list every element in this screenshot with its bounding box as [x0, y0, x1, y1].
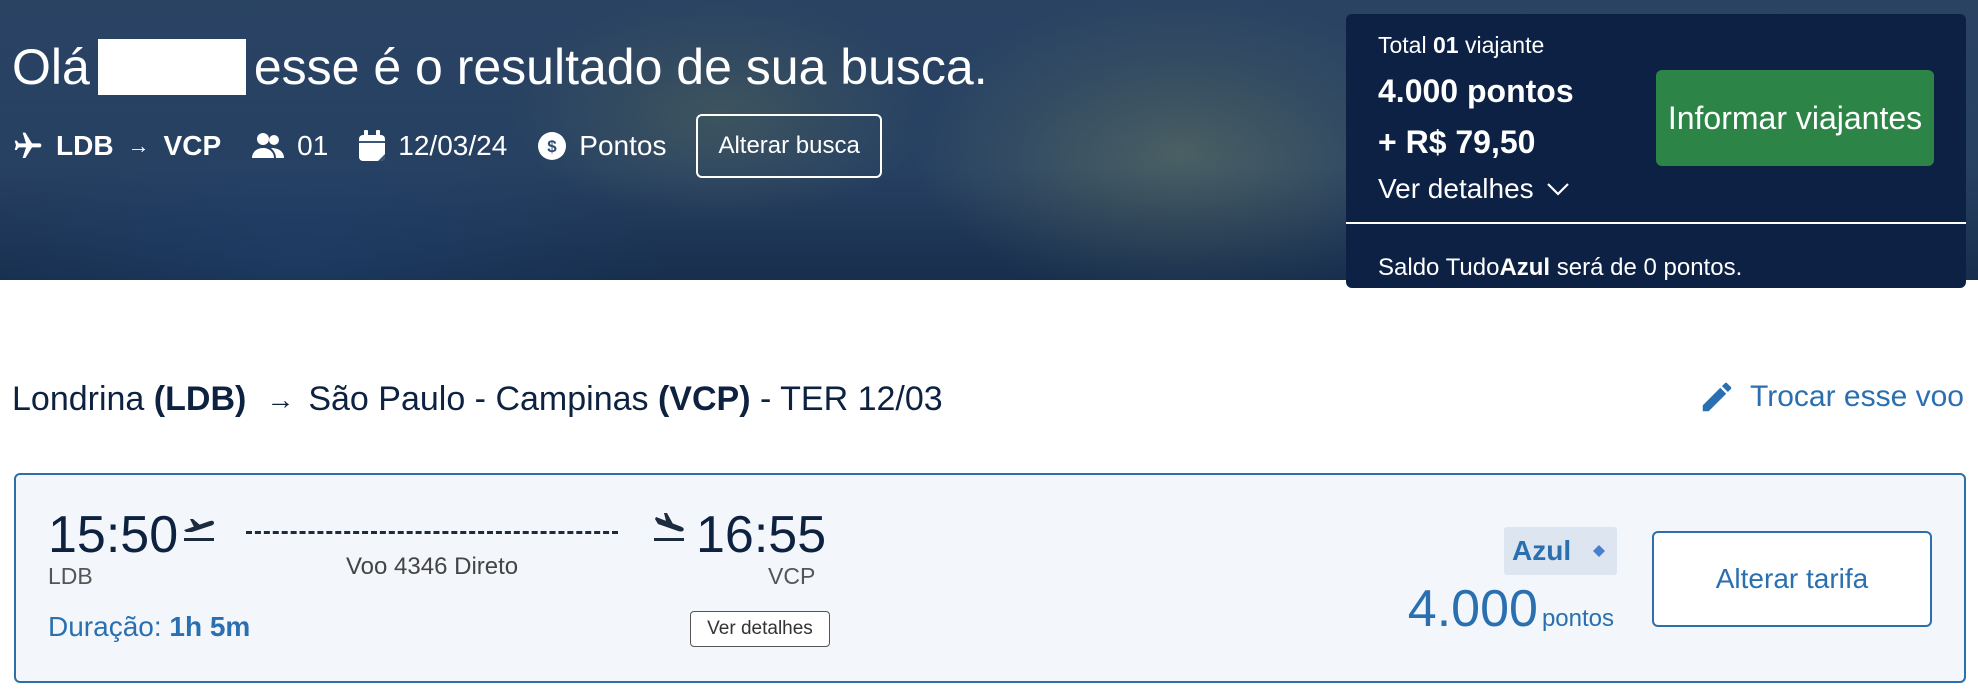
fare-family-badge: Azul — [1504, 527, 1618, 575]
flight-option-card[interactable]: 15:50 LDB Voo 4346 Direto 16:55 VCP Dura… — [14, 473, 1966, 683]
fare-name: Azul — [1512, 535, 1572, 566]
fare-points-value: 4.000 — [1407, 580, 1538, 638]
arrow-right-icon: → — [127, 133, 150, 158]
change-search-button[interactable]: Alterar busca — [696, 114, 882, 178]
payment-chip: $ Pontos — [537, 130, 666, 162]
flight-number: Voo 4346 Direto — [346, 553, 519, 580]
change-flight-label: Trocar esse voo — [1750, 380, 1964, 413]
change-fare-button[interactable]: Alterar tarifa — [1652, 531, 1932, 627]
route-destination-code: (VCP) — [657, 380, 751, 418]
fare-points-unit: pontos — [1541, 605, 1614, 632]
fare-price: 4.000 pontos — [1408, 579, 1614, 639]
travelers-count: 01 — [1432, 32, 1459, 58]
summary-divider — [1346, 222, 1966, 224]
money-total: + R$ 79,50 — [1378, 124, 1536, 160]
flight-duration: Duração: 1h 5m — [48, 611, 250, 643]
route-title: Londrina (LDB) → São Paulo - Campinas (V… — [12, 380, 943, 419]
arrival-time: 16:55 — [696, 506, 827, 564]
booking-summary-card: Total 01 viajante 4.000 pontos + R$ 79,5… — [1346, 14, 1966, 288]
search-destination: VCP — [163, 130, 222, 161]
coin-icon: $ — [538, 132, 567, 160]
total-label: Total — [1378, 32, 1427, 58]
landing-icon — [654, 513, 684, 541]
greeting-suffix: esse é o resultado de sua busca. — [253, 39, 988, 95]
route-origin-code: (LDB) — [153, 380, 247, 418]
points-balance-note: Saldo TudoAzul será de 0 pontos. — [1378, 254, 1742, 282]
svg-text:$: $ — [548, 137, 558, 156]
takeoff-icon — [184, 519, 214, 541]
arrival-code: VCP — [768, 563, 816, 589]
departure-code: LDB — [48, 563, 93, 589]
balance-brand: Azul — [1499, 254, 1551, 281]
duration-label: Duração: — [48, 611, 162, 642]
balance-prefix: Saldo Tudo — [1378, 254, 1500, 281]
summary-details-link[interactable]: Ver detalhes — [1378, 173, 1574, 205]
calendar-icon — [359, 130, 386, 161]
chevron-down-icon — [1546, 183, 1569, 196]
diamond-icon — [1593, 545, 1606, 557]
departure-time: 15:50 — [48, 506, 179, 564]
search-origin: LDB — [56, 130, 114, 161]
airplane-icon — [14, 132, 42, 158]
travelers-label: viajante — [1464, 32, 1545, 58]
people-icon — [252, 133, 285, 158]
search-summary: LDB → VCP 01 12/03/24 $ Pontos Alterar b… — [12, 114, 882, 178]
change-flight-link[interactable]: Trocar esse voo — [1698, 378, 1964, 416]
search-payment: Pontos — [579, 130, 667, 161]
flight-path-line — [246, 531, 618, 534]
route-date: - TER 12/03 — [759, 380, 943, 418]
greeting-prefix: Olá — [12, 39, 90, 95]
date-chip: 12/03/24 — [358, 130, 507, 162]
summary-details-label: Ver detalhes — [1378, 173, 1534, 204]
pencil-icon — [1702, 382, 1732, 412]
route-chip: LDB → VCP — [12, 130, 221, 162]
search-date: 12/03/24 — [398, 130, 508, 161]
user-name-redacted — [97, 39, 246, 95]
travelers-total: Total 01 viajante — [1378, 32, 1574, 59]
points-total: 4.000 pontos — [1378, 73, 1574, 109]
search-passengers: 01 — [297, 130, 329, 161]
route-origin-city: Londrina — [12, 380, 145, 418]
summary-totals: Total 01 viajante 4.000 pontos + R$ 79,5… — [1378, 32, 1574, 205]
flight-details-button[interactable]: Ver detalhes — [690, 611, 830, 647]
arrow-right-icon: → — [266, 383, 295, 415]
passengers-chip: 01 — [251, 130, 328, 162]
duration-value: 1h 5m — [169, 611, 251, 642]
greeting-heading: Olá esse é o resultado de sua busca. — [12, 38, 988, 96]
route-destination-city: São Paulo - Campinas — [308, 380, 649, 418]
inform-travelers-button[interactable]: Informar viajantes — [1656, 70, 1934, 166]
balance-suffix: será de 0 pontos. — [1556, 254, 1743, 281]
